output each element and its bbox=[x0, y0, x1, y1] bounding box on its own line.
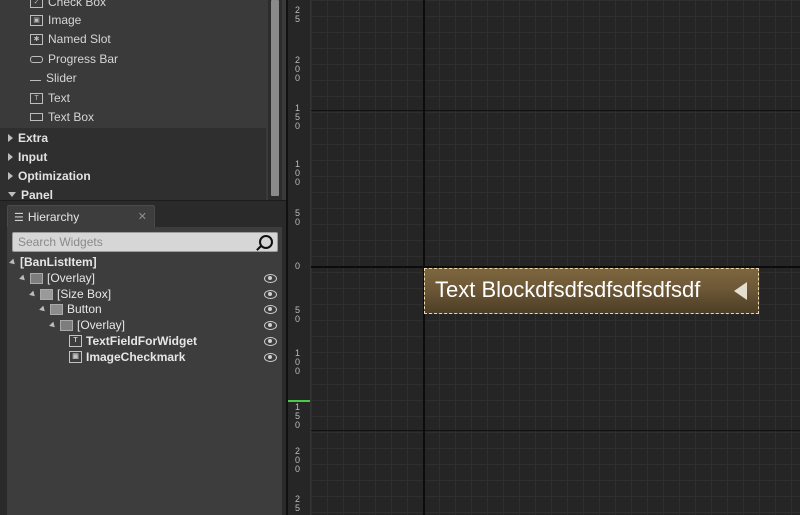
button-icon bbox=[50, 303, 63, 315]
tree-node-banlistitem[interactable]: [BanListItem] bbox=[9, 254, 97, 270]
category-optimization[interactable]: Optimization bbox=[0, 166, 266, 185]
visibility-eye-icon[interactable] bbox=[264, 274, 277, 283]
visibility-eye-icon[interactable] bbox=[264, 353, 277, 362]
palette-item-label: Check Box bbox=[48, 0, 107, 9]
collapse-arrow-icon bbox=[8, 192, 16, 197]
text-icon: T bbox=[69, 335, 82, 347]
palette-panel: ✓ Check Box ▣ Image ✱ Named Slot Progres… bbox=[0, 0, 287, 201]
palette-item-check-box[interactable]: ✓ Check Box bbox=[30, 0, 106, 11]
ruler-label: 2 5 bbox=[295, 5, 301, 24]
visibility-eye-icon[interactable] bbox=[264, 337, 277, 346]
ruler-label: 5 0 bbox=[295, 208, 301, 227]
ruler-label: 5 0 bbox=[295, 305, 301, 324]
palette-item-text-box[interactable]: Text Box bbox=[30, 108, 94, 126]
category-label: Optimization bbox=[18, 168, 91, 183]
palette-item-label: Named Slot bbox=[48, 32, 111, 46]
ruler-label: 2 0 0 bbox=[295, 55, 301, 83]
widget-text-block[interactable]: Text Blockdfsdfsdfsdfsdfsdf bbox=[435, 277, 750, 303]
tree-node-label: ImageCheckmark bbox=[86, 350, 186, 364]
slider-icon bbox=[30, 75, 41, 81]
ruler-label: 1 5 0 bbox=[295, 402, 301, 430]
ruler-label: 1 5 0 bbox=[295, 103, 301, 131]
tree-node-label: [Size Box] bbox=[57, 287, 112, 301]
tab-hierarchy[interactable]: ☰ Hierarchy ✕ bbox=[7, 205, 155, 228]
palette-item-label: Image bbox=[48, 13, 82, 27]
canvas-y-axis bbox=[423, 0, 425, 515]
expand-arrow-icon[interactable] bbox=[29, 290, 37, 298]
category-label: Input bbox=[18, 149, 48, 164]
textbox-icon bbox=[30, 113, 43, 121]
palette-item-named-slot[interactable]: ✱ Named Slot bbox=[30, 30, 111, 48]
checkbox-icon: ✓ bbox=[30, 0, 43, 8]
category-label: Panel bbox=[21, 187, 54, 201]
palette-item-progress-bar[interactable]: Progress Bar bbox=[30, 50, 118, 68]
progress-bar-icon bbox=[30, 55, 43, 63]
grid-major-line bbox=[311, 110, 800, 111]
tab-label: Hierarchy bbox=[27, 210, 80, 224]
palette-item-slider[interactable]: Slider bbox=[30, 69, 77, 87]
tree-node-textfieldforwidget[interactable]: T TextFieldForWidget bbox=[69, 333, 197, 349]
category-extra[interactable]: Extra bbox=[0, 128, 266, 147]
palette-item-label: Text bbox=[48, 91, 71, 105]
overlay-icon bbox=[60, 319, 73, 331]
left-panel: ✓ Check Box ▣ Image ✱ Named Slot Progres… bbox=[0, 0, 287, 515]
palette-item-label: Progress Bar bbox=[48, 52, 119, 66]
tree-node-button[interactable]: Button bbox=[39, 301, 102, 317]
tree-node-label: [BanListItem] bbox=[20, 255, 97, 269]
category-input[interactable]: Input bbox=[0, 147, 266, 166]
tree-node-imagecheckmark[interactable]: ▣ ImageCheckmark bbox=[69, 349, 185, 365]
palette-scrollbar[interactable] bbox=[268, 0, 282, 200]
ruler-label: 1 0 0 bbox=[295, 159, 301, 187]
ruler-label: 0 bbox=[295, 261, 301, 271]
ruler-label: 2 0 0 bbox=[295, 446, 301, 474]
search-icon[interactable] bbox=[259, 235, 273, 249]
tree-node-overlay[interactable]: [Overlay] bbox=[19, 270, 96, 286]
expand-arrow-icon[interactable] bbox=[49, 321, 57, 329]
hierarchy-icon: ☰ bbox=[14, 211, 24, 224]
tree-node-size-box[interactable]: [Size Box] bbox=[29, 286, 112, 302]
palette-item-label: Slider bbox=[46, 71, 77, 85]
expand-arrow-icon[interactable] bbox=[39, 305, 47, 313]
palette-item-label: Text Box bbox=[48, 110, 95, 124]
tree-node-label: TextFieldForWidget bbox=[86, 334, 197, 348]
palette-item-text[interactable]: T Text bbox=[30, 89, 70, 107]
tree-node-label: Button bbox=[67, 302, 102, 316]
visibility-eye-icon[interactable] bbox=[264, 290, 277, 299]
expand-arrow-icon[interactable] bbox=[19, 274, 27, 282]
ruler-cursor-marker bbox=[288, 400, 310, 402]
palette-list: ✓ Check Box ▣ Image ✱ Named Slot Progres… bbox=[0, 0, 266, 200]
expand-arrow-icon[interactable] bbox=[9, 258, 17, 266]
tree-node-overlay-inner[interactable]: [Overlay] bbox=[49, 317, 126, 333]
size-box-icon bbox=[40, 288, 53, 300]
category-label: Extra bbox=[18, 130, 49, 145]
tree-node-label: [Overlay] bbox=[47, 271, 96, 285]
designer-canvas[interactable] bbox=[311, 0, 800, 515]
checkmark-image-icon[interactable] bbox=[734, 282, 747, 300]
close-icon[interactable]: ✕ bbox=[138, 210, 147, 223]
search-placeholder: Search Widgets bbox=[18, 235, 103, 249]
visibility-eye-icon[interactable] bbox=[264, 321, 277, 330]
ruler-label: 1 0 0 bbox=[295, 348, 301, 376]
image-icon: ▣ bbox=[69, 351, 82, 363]
widget-preview-button[interactable]: Text Blockdfsdfsdfsdfsdfsdf bbox=[424, 268, 759, 314]
ruler-label: 2 5 bbox=[295, 494, 301, 513]
tree-node-label: [Overlay] bbox=[77, 318, 126, 332]
scrollbar-thumb[interactable] bbox=[271, 0, 279, 196]
image-icon: ▣ bbox=[30, 14, 43, 26]
grid-major-line bbox=[311, 430, 800, 431]
expand-arrow-icon bbox=[8, 171, 13, 180]
palette-item-image[interactable]: ▣ Image bbox=[30, 11, 81, 29]
vertical-ruler: 2 5 2 0 0 1 5 0 1 0 0 5 0 0 5 0 1 0 0 1 … bbox=[288, 0, 311, 515]
search-widgets-input[interactable]: Search Widgets bbox=[12, 232, 278, 252]
text-icon: T bbox=[30, 92, 43, 104]
expand-arrow-icon bbox=[8, 152, 13, 161]
category-panel[interactable]: Panel bbox=[0, 185, 266, 201]
named-slot-icon: ✱ bbox=[30, 33, 43, 45]
overlay-icon bbox=[30, 272, 43, 284]
expand-arrow-icon bbox=[8, 133, 13, 142]
visibility-eye-icon[interactable] bbox=[264, 305, 277, 314]
